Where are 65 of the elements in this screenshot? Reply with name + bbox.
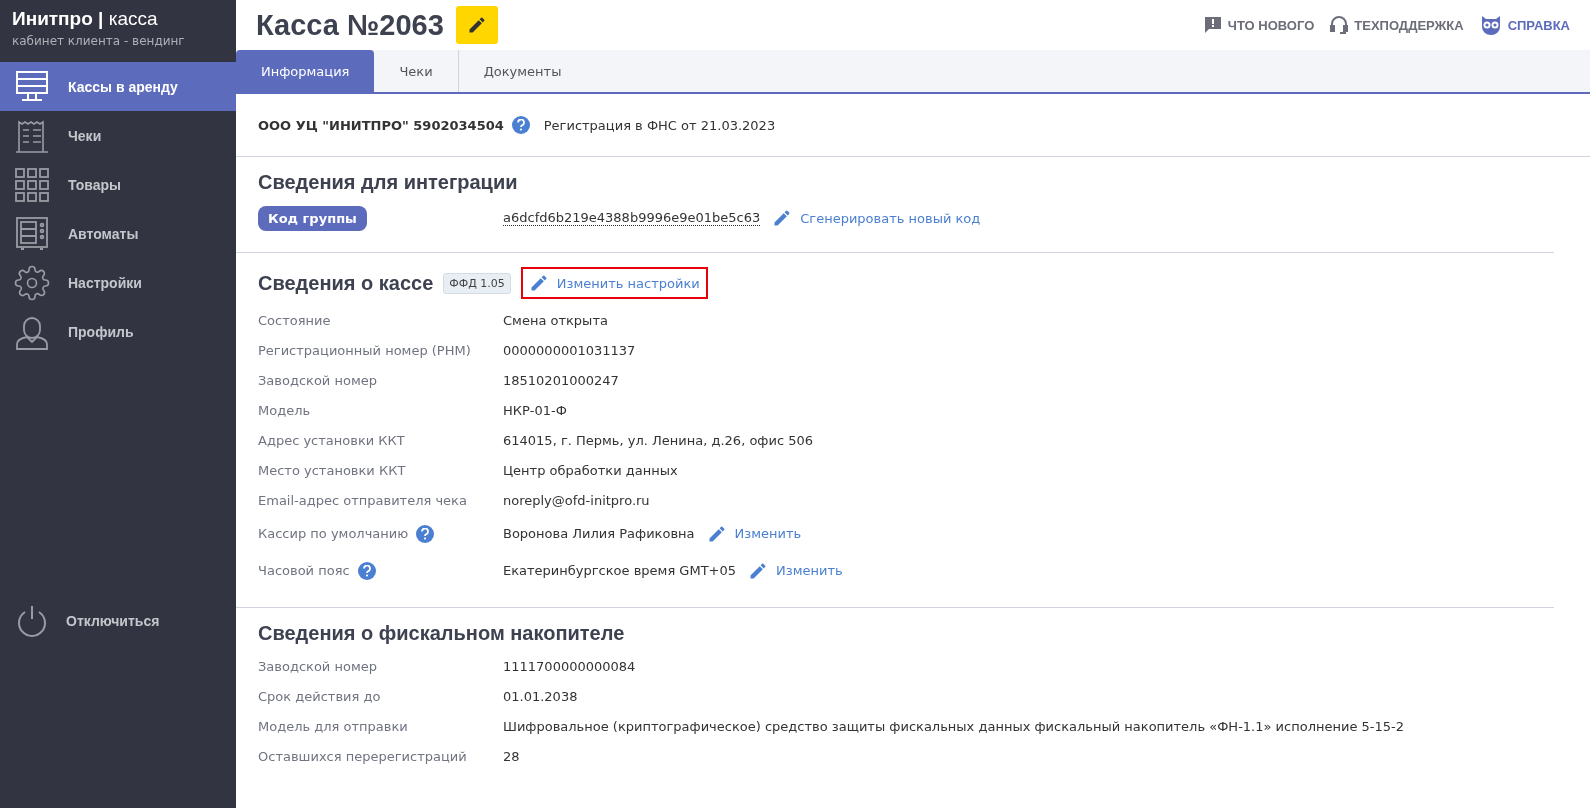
help-icon[interactable]	[357, 561, 376, 580]
group-code-badge: Код группы	[258, 205, 367, 231]
field-label: Состояние	[258, 312, 331, 328]
edit-link[interactable]: Изменить	[698, 517, 810, 550]
field-label: Кассир по умолчанию	[258, 526, 409, 541]
field-label: Email-адрес отправителя чека	[258, 492, 467, 508]
generate-code-link[interactable]: Сгенерировать новый код	[764, 202, 989, 234]
sidebar-item[interactable]: Кассы в аренду	[0, 62, 236, 111]
field-label: Заводской номер	[258, 658, 377, 674]
logout-item[interactable]: Отключиться	[0, 604, 236, 638]
field-value: 18510201000247	[503, 372, 619, 388]
page-title: Касса №2063	[256, 8, 444, 42]
section-title: Сведения о фискальном накопителе	[258, 622, 626, 645]
sidebar-item[interactable]: Чеки	[0, 111, 236, 160]
field-value: 28	[503, 748, 520, 764]
message-icon	[1203, 16, 1222, 34]
field-label: Регистрационный номер (РНМ)	[258, 342, 471, 358]
section-title: Сведения для интеграции	[258, 171, 519, 194]
tab[interactable]: Информация	[236, 50, 375, 92]
section-title: Сведения о кассе	[258, 271, 434, 295]
field-value: 1111700000000084	[503, 658, 636, 674]
field-label: Модель для отправки	[258, 718, 408, 734]
field-value: noreply@ofd-initpro.ru	[503, 492, 650, 508]
tab[interactable]: Документы	[457, 50, 587, 92]
field-value: Екатеринбургское время GMT+05	[503, 563, 737, 578]
group-code: a6dcfd6b219e4388b9996e9e01be5c63	[503, 210, 761, 226]
owl-icon	[1479, 15, 1502, 35]
header-link[interactable]: СПРАВКА	[1479, 15, 1570, 35]
field-value: 0000000001031137	[503, 342, 636, 358]
header-link[interactable]: ТЕХПОДДЕРЖКА	[1330, 15, 1464, 35]
tab[interactable]: Чеки	[374, 50, 458, 92]
headset-icon	[1330, 15, 1349, 35]
field-label: Часовой пояс	[258, 563, 350, 578]
sidebar-item[interactable]: Автоматы	[0, 209, 236, 258]
field-value: НКР-01-Ф	[503, 402, 567, 418]
help-icon[interactable]	[511, 116, 530, 134]
vending-machine-icon	[14, 215, 50, 252]
field-label: Место установки ККТ	[258, 462, 406, 478]
field-value: Воронова Лилия Рафиковна	[503, 526, 695, 541]
field-label: Заводской номер	[258, 372, 377, 388]
power-icon	[16, 604, 48, 638]
grid-icon	[14, 166, 50, 203]
field-value: 614015, г. Пермь, ул. Ленина, д.26, офис 506	[503, 432, 813, 448]
header-link[interactable]: ЧТО НОВОГО	[1203, 15, 1315, 35]
sidebar-item[interactable]: Настройки	[0, 258, 236, 307]
edit-link[interactable]: Изменить	[740, 554, 851, 587]
field-label: Адрес установки ККТ	[258, 432, 405, 448]
sidebar-item[interactable]: Профиль	[0, 307, 236, 356]
field-label: Срок действия до	[258, 688, 381, 704]
field-label: Модель	[258, 402, 311, 418]
field-label: Оставшихся перерегистраций	[258, 748, 467, 764]
edit-settings-link[interactable]: Изменить настройки	[520, 267, 708, 299]
help-icon[interactable]	[416, 524, 435, 543]
settings-icon	[14, 264, 50, 301]
field-value: Смена открыта	[503, 312, 608, 328]
field-value: Центр обработки данных	[503, 462, 678, 478]
field-value: 01.01.2038	[503, 688, 578, 704]
field-value: Шифровальное (криптографическое) средство защиты фискальных данных фискальный накопитель «ФН-1.1» исполнение 5-15-2	[503, 718, 1404, 734]
sidebar-item[interactable]: Товары	[0, 160, 236, 209]
organization-name: ООО УЦ "ИНИТПРО" 5902034504	[258, 117, 504, 133]
version-badge: ФФД 1.05	[443, 272, 511, 294]
brand-subtitle: кабинет клиента - вендинг	[12, 34, 186, 48]
registration-date: Регистрация в ФНС от 21.03.2023	[543, 117, 776, 133]
edit-button[interactable]	[455, 6, 498, 44]
brand-logo: Инитпро | касса	[12, 8, 159, 30]
